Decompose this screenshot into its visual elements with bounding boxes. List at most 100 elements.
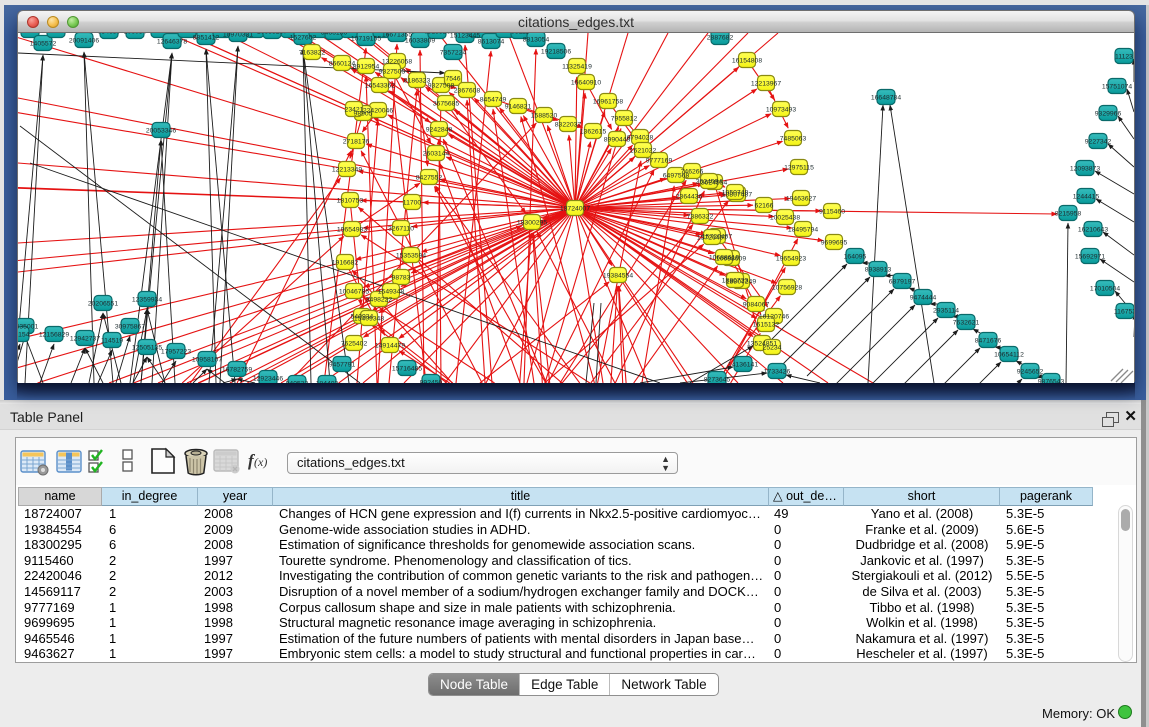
svg-text:10719155: 10719155 xyxy=(351,36,381,43)
svg-text:12923446: 12923446 xyxy=(253,376,283,383)
svg-text:16543362: 16543362 xyxy=(365,83,395,90)
svg-text:3675685: 3675685 xyxy=(433,101,460,108)
svg-text:3498222: 3498222 xyxy=(366,297,393,304)
svg-text:8186323: 8186323 xyxy=(404,78,431,85)
svg-text:19463627: 19463627 xyxy=(786,196,816,203)
svg-text:7163822: 7163822 xyxy=(299,50,326,57)
svg-text:9457791: 9457791 xyxy=(329,362,356,369)
svg-text:116753: 116753 xyxy=(1114,309,1134,316)
svg-text:15716485: 15716485 xyxy=(392,366,422,373)
svg-text:1405572: 1405572 xyxy=(30,41,57,48)
svg-text:954680: 954680 xyxy=(98,33,121,36)
svg-text:18495794: 18495794 xyxy=(788,227,818,234)
svg-text:33154: 33154 xyxy=(18,332,30,339)
svg-text:10654112: 10654112 xyxy=(994,352,1024,359)
svg-text:10025438: 10025438 xyxy=(770,215,800,222)
svg-text:8454749: 8454749 xyxy=(480,97,507,104)
svg-text:20091406: 20091406 xyxy=(69,38,99,45)
svg-text:17010504: 17010504 xyxy=(1090,286,1120,293)
svg-text:23421: 23421 xyxy=(345,107,364,114)
svg-text:19654983: 19654983 xyxy=(337,227,367,234)
svg-text:1362615: 1362615 xyxy=(580,129,607,136)
svg-text:9146821: 9146821 xyxy=(505,104,532,111)
svg-text:2935114: 2935114 xyxy=(933,308,959,315)
svg-text:1880723: 1880723 xyxy=(722,278,749,285)
svg-text:1244415: 1244415 xyxy=(1073,194,1100,201)
svg-text:10756928: 10756928 xyxy=(772,285,802,292)
svg-text:12156829: 12156829 xyxy=(39,332,69,339)
svg-text:1733426: 1733426 xyxy=(764,369,791,376)
svg-text:15353594: 15353594 xyxy=(396,253,426,260)
svg-text:1050748: 1050748 xyxy=(722,190,749,197)
svg-text:8912954: 8912954 xyxy=(353,64,380,71)
svg-text:16961758: 16961758 xyxy=(593,99,623,106)
svg-text:98111: 98111 xyxy=(511,33,529,36)
svg-text:9245652: 9245652 xyxy=(1017,369,1044,376)
svg-text:8613074: 8613074 xyxy=(478,39,505,46)
svg-text:8273645: 8273645 xyxy=(704,377,731,384)
svg-text:3267110: 3267110 xyxy=(388,226,414,233)
svg-text:20411: 20411 xyxy=(47,33,66,35)
svg-text:15409348: 15409348 xyxy=(354,316,384,323)
svg-text:12942737: 12942737 xyxy=(70,336,100,343)
svg-text:7485063: 7485063 xyxy=(780,136,807,143)
svg-text:9327508: 9327508 xyxy=(428,83,455,90)
svg-text:15692971: 15692971 xyxy=(1075,254,1105,261)
svg-text:18605: 18605 xyxy=(151,33,170,35)
svg-text:8813054: 8813054 xyxy=(523,37,550,44)
svg-text:15726407: 15726407 xyxy=(697,235,727,242)
svg-text:1549348: 1549348 xyxy=(378,289,405,296)
svg-text:9115460: 9115460 xyxy=(819,209,845,216)
svg-text:106034: 106034 xyxy=(124,33,147,36)
svg-text:8471676: 8471676 xyxy=(975,338,1002,345)
svg-text:7515526: 7515526 xyxy=(424,33,451,36)
svg-text:17957223: 17957223 xyxy=(161,349,191,356)
svg-text:19218506: 19218506 xyxy=(541,49,571,56)
svg-text:940532: 940532 xyxy=(286,381,309,384)
svg-text:12646378: 12646378 xyxy=(157,39,187,46)
svg-text:13226058: 13226058 xyxy=(382,59,412,66)
svg-text:16640910: 16640910 xyxy=(571,80,601,87)
svg-text:8938913: 8938913 xyxy=(865,267,892,274)
svg-text:15751074: 15751074 xyxy=(1102,84,1132,91)
svg-text:(x): (x) xyxy=(254,455,267,469)
svg-text:9084067: 9084067 xyxy=(743,302,770,309)
svg-text:14914479: 14914479 xyxy=(375,343,405,350)
svg-text:7955812: 7955812 xyxy=(611,116,638,123)
svg-text:12213349: 12213349 xyxy=(332,167,362,174)
svg-text:7625402: 7625402 xyxy=(341,341,368,348)
svg-text:7546: 7546 xyxy=(445,76,460,83)
svg-text:1527602: 1527602 xyxy=(290,35,317,42)
svg-text:983: 983 xyxy=(24,33,36,35)
svg-text:16210643: 16210643 xyxy=(1078,227,1108,234)
svg-text:1435001: 1435001 xyxy=(18,324,38,331)
svg-text:1588520: 1588520 xyxy=(531,113,558,120)
svg-text:1810753: 1810753 xyxy=(337,198,364,205)
svg-text:184403: 184403 xyxy=(316,381,339,384)
svg-text:7632621: 7632621 xyxy=(953,320,980,327)
svg-text:10958107: 10958107 xyxy=(192,357,222,364)
svg-text:2887682: 2887682 xyxy=(707,35,734,42)
svg-text:20206551: 20206551 xyxy=(88,301,118,308)
svg-text:12213967: 12213967 xyxy=(751,81,781,88)
svg-text:16782759: 16782759 xyxy=(222,367,252,374)
svg-text:10046785: 10046785 xyxy=(339,289,369,296)
svg-text:25234: 25234 xyxy=(763,345,782,352)
svg-text:11700: 11700 xyxy=(403,200,422,207)
svg-text:18724007: 18724007 xyxy=(560,206,590,213)
svg-text:6497568: 6497568 xyxy=(663,173,690,180)
svg-text:12093873: 12093873 xyxy=(1070,166,1100,173)
svg-text:8215958: 8215958 xyxy=(1055,211,1082,218)
svg-text:19384554: 19384554 xyxy=(603,273,633,280)
svg-text:10688619: 10688619 xyxy=(709,255,739,262)
svg-text:8660124: 8660124 xyxy=(329,61,356,68)
svg-text:8851412: 8851412 xyxy=(193,35,220,42)
svg-text:2367608: 2367608 xyxy=(454,88,481,95)
svg-text:3624594: 3624594 xyxy=(696,179,723,186)
svg-text:30114: 30114 xyxy=(469,33,488,35)
svg-text:2718176: 2718176 xyxy=(343,139,370,146)
svg-text:7357224: 7357224 xyxy=(440,50,467,57)
svg-text:19654923: 19654923 xyxy=(776,256,806,263)
svg-text:16648784: 16648784 xyxy=(871,95,901,102)
svg-text:16154808: 16154808 xyxy=(732,58,762,65)
